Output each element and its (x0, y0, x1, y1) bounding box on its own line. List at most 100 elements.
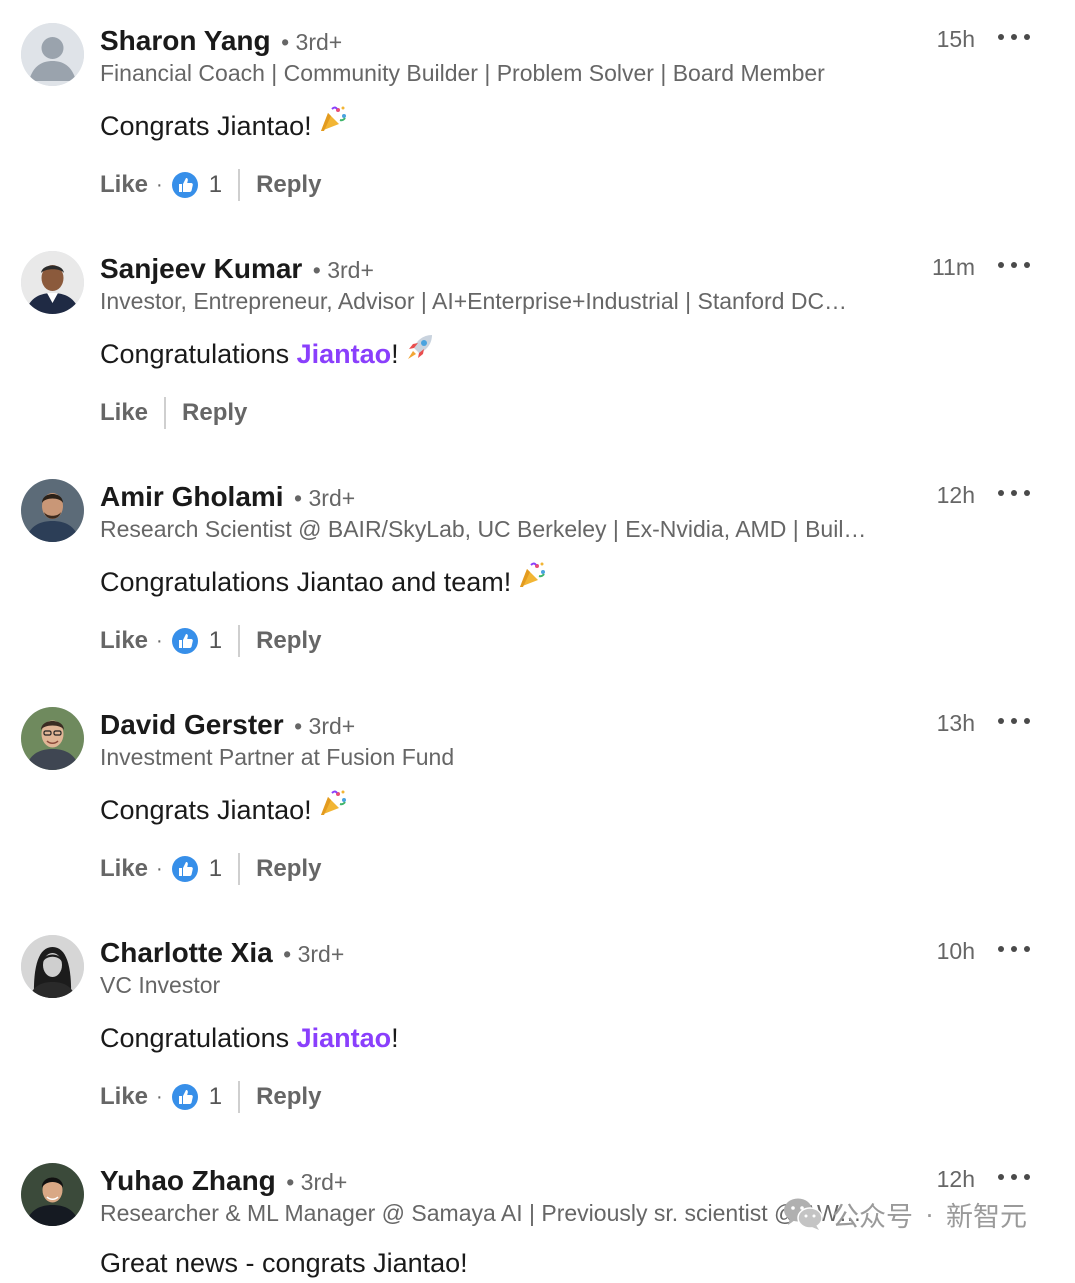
comment-text-part: Congratulations Jiantao and team! (100, 567, 512, 597)
like-reaction-icon[interactable] (171, 855, 199, 883)
reaction-count[interactable]: 1 (209, 171, 222, 199)
avatar[interactable] (21, 23, 84, 86)
like-reaction-icon[interactable] (171, 627, 199, 655)
profile-photo-icon (21, 479, 84, 542)
comment-text: Congrats Jiantao! (100, 104, 348, 148)
party-popper-icon (318, 104, 348, 144)
avatar[interactable] (21, 479, 84, 542)
comment-item: Amir Gholami • 3rd+ Research Scientist @… (0, 456, 1075, 684)
reaction-count[interactable]: 1 (209, 627, 222, 655)
like-button[interactable]: Like (100, 171, 148, 199)
comment-timestamp: 12h (936, 482, 975, 508)
comment-item: David Gerster • 3rd+ Investment Partner … (0, 684, 1075, 912)
comment-text-part: Great news - congrats Jiantao! (100, 1248, 468, 1278)
reaction-separator: · (156, 629, 163, 652)
action-divider (238, 625, 241, 657)
comment-text-part: Congratulations (100, 1023, 297, 1053)
avatar[interactable] (21, 707, 84, 770)
more-options-icon[interactable] (998, 30, 1030, 44)
comment-text-part: ! (391, 1023, 399, 1053)
party-popper-icon (517, 560, 547, 600)
author-headline: VC Investor (100, 972, 221, 998)
more-options-icon[interactable] (998, 258, 1030, 272)
comment-text: Great news - congrats Jiantao! (100, 1244, 468, 1282)
reaction-separator: · (156, 857, 163, 880)
comment-item: Sharon Yang • 3rd+ Financial Coach | Com… (0, 0, 1075, 228)
comment-text-part: Congrats Jiantao! (100, 111, 312, 141)
default-avatar-icon (21, 23, 84, 86)
more-options-icon[interactable] (998, 486, 1030, 500)
reply-button[interactable]: Reply (182, 399, 247, 427)
comment-timestamp: 12h (936, 1166, 975, 1192)
connection-degree: • 3rd+ (312, 257, 374, 283)
watermark-separator: · (925, 1198, 934, 1229)
more-options-icon[interactable] (998, 714, 1030, 728)
action-divider (238, 169, 241, 201)
mention-link[interactable]: Jiantao (297, 1023, 392, 1053)
mention-link[interactable]: Jiantao (297, 339, 392, 369)
comment-timestamp: 15h (936, 26, 975, 52)
reaction-count[interactable]: 1 (209, 1083, 222, 1111)
author-name[interactable]: Charlotte Xia (100, 937, 273, 968)
author-headline: Investment Partner at Fusion Fund (100, 744, 455, 770)
comment-text: Congrats Jiantao! (100, 788, 348, 832)
comment-timestamp: 13h (936, 710, 975, 736)
like-button[interactable]: Like (100, 855, 148, 883)
action-divider (164, 397, 167, 429)
profile-photo-icon (21, 707, 84, 770)
connection-degree: • 3rd+ (283, 941, 345, 967)
author-headline: Investor, Entrepreneur, Advisor | AI+Ent… (100, 288, 848, 314)
rocket-icon (405, 332, 435, 372)
wechat-icon (782, 1196, 824, 1232)
comment-timestamp: 11m (931, 254, 975, 280)
connection-degree: • 3rd+ (294, 713, 356, 739)
connection-degree: • 3rd+ (286, 1169, 348, 1195)
action-divider (238, 1081, 241, 1113)
more-options-icon[interactable] (998, 1170, 1030, 1184)
profile-photo-icon (21, 935, 84, 998)
action-divider (238, 853, 241, 885)
comment-actions: Like · 1 Reply (100, 1080, 321, 1114)
reply-button[interactable]: Reply (256, 855, 321, 883)
comment-text-part: Congratulations (100, 339, 297, 369)
comment-timestamp: 10h (936, 938, 975, 964)
reaction-count[interactable]: 1 (209, 855, 222, 883)
party-popper-icon (318, 788, 348, 828)
watermark-source: 公众号 (832, 1201, 913, 1232)
like-reaction-icon[interactable] (171, 171, 199, 199)
watermark: 公众号 · 新智元 (782, 1192, 1027, 1236)
reply-button[interactable]: Reply (256, 1083, 321, 1111)
comment-actions: Like · 1 Reply (100, 168, 321, 202)
reaction-separator: · (156, 173, 163, 196)
comment-item: Sanjeev Kumar • 3rd+ Investor, Entrepren… (0, 228, 1075, 456)
author-headline: Financial Coach | Community Builder | Pr… (100, 60, 825, 86)
avatar[interactable] (21, 935, 84, 998)
like-button[interactable]: Like (100, 399, 148, 427)
watermark-account: 新智元 (946, 1201, 1027, 1232)
comment-actions: Like Reply (100, 396, 247, 430)
more-options-icon[interactable] (998, 942, 1030, 956)
connection-degree: • 3rd+ (281, 29, 343, 55)
avatar[interactable] (21, 1163, 84, 1226)
avatar[interactable] (21, 251, 84, 314)
author-name[interactable]: Sharon Yang (100, 25, 271, 56)
author-name[interactable]: David Gerster (100, 709, 284, 740)
connection-degree: • 3rd+ (294, 485, 356, 511)
comment-item: Charlotte Xia • 3rd+ VC Investor 10h Con… (0, 912, 1075, 1140)
reaction-separator: · (156, 1085, 163, 1108)
author-name[interactable]: Sanjeev Kumar (100, 253, 302, 284)
reply-button[interactable]: Reply (256, 627, 321, 655)
like-reaction-icon[interactable] (171, 1083, 199, 1111)
comment-actions: Like · 1 Reply (100, 852, 321, 886)
comment-text: Congratulations Jiantao! (100, 1019, 399, 1057)
reply-button[interactable]: Reply (256, 171, 321, 199)
comment-text-part: ! (391, 339, 399, 369)
like-button[interactable]: Like (100, 1083, 148, 1111)
author-name[interactable]: Amir Gholami (100, 481, 284, 512)
author-headline: Research Scientist @ BAIR/SkyLab, UC Ber… (100, 516, 867, 542)
profile-photo-icon (21, 1163, 84, 1226)
comment-text: Congratulations Jiantao! (100, 332, 435, 376)
like-button[interactable]: Like (100, 627, 148, 655)
comment-text: Congratulations Jiantao and team! (100, 560, 547, 604)
author-name[interactable]: Yuhao Zhang (100, 1165, 276, 1196)
